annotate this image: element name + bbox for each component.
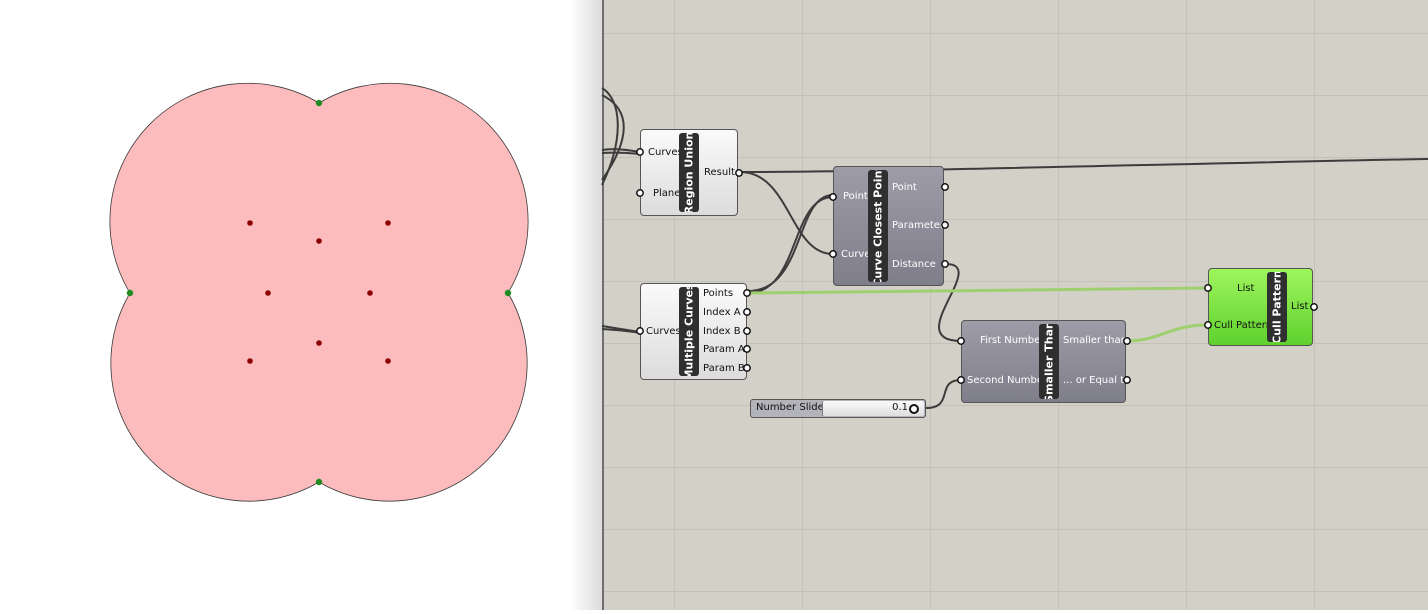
- wire-smaller-to-cull[interactable]: [1126, 323, 1208, 343]
- smaller-than-component[interactable]: First Number Second Number Smaller Than …: [961, 320, 1130, 403]
- input-second-number[interactable]: Second Number: [967, 375, 1047, 387]
- cull-pattern-component[interactable]: List Cull Pattern Cull Pattern List: [1208, 268, 1313, 346]
- component-title: Multiple Curves: [679, 287, 699, 376]
- component-title: Cull Pattern: [1267, 272, 1287, 342]
- output-param-a[interactable]: Param A: [703, 344, 745, 356]
- output-point[interactable]: Point: [892, 182, 917, 194]
- wire-incoming-curves[interactable]: [601, 148, 641, 153]
- output-smaller-than[interactable]: Smaller than: [1063, 335, 1127, 347]
- output-parameter[interactable]: Parameter: [892, 220, 944, 232]
- output-or-equal-to[interactable]: ... or Equal to: [1063, 375, 1130, 387]
- input-list[interactable]: List: [1237, 283, 1254, 295]
- output-list[interactable]: List: [1291, 301, 1308, 313]
- wire-slider-to-second[interactable]: [925, 379, 962, 409]
- input-curves[interactable]: Curves: [648, 147, 683, 159]
- output-distance[interactable]: Distance: [892, 259, 936, 271]
- output-index-a[interactable]: Index A: [703, 307, 741, 319]
- multiple-curves-component[interactable]: Curves Multiple Curves Points Index A In…: [640, 283, 747, 380]
- wire-incoming-curves[interactable]: [601, 151, 641, 155]
- wire-points-to-point[interactable]: [747, 196, 834, 294]
- input-curve[interactable]: Curve: [841, 249, 871, 261]
- slider-label: Number Slider: [756, 402, 828, 413]
- input-curves[interactable]: Curves: [646, 326, 681, 338]
- region-union-component[interactable]: Curves Plane Region Union Result: [640, 129, 738, 216]
- output-points[interactable]: Points: [703, 288, 733, 300]
- wire-points-to-list[interactable]: [747, 286, 1208, 295]
- curve-closest-point-component[interactable]: Point Curve Curve Closest Point Point Pa…: [833, 166, 944, 286]
- wire-points-to-point[interactable]: [747, 194, 834, 292]
- slider-value: 0.1: [892, 402, 908, 413]
- output-result[interactable]: Result: [704, 167, 735, 179]
- wire-incoming-top[interactable]: [601, 87, 619, 186]
- number-slider[interactable]: Number Slider 0.1: [750, 399, 926, 418]
- wire-incoming-top[interactable]: [601, 94, 625, 181]
- output-param-b[interactable]: Param B: [703, 363, 745, 375]
- wire-result-to-curve[interactable]: [739, 171, 834, 255]
- input-first-number[interactable]: First Number: [980, 335, 1044, 347]
- slider-output-grip[interactable]: [909, 404, 919, 414]
- component-title: Region Union: [679, 133, 699, 212]
- input-plane[interactable]: Plane: [653, 188, 680, 200]
- component-title: Curve Closest Point: [868, 170, 888, 282]
- input-point[interactable]: Point: [843, 191, 868, 203]
- input-cull-pattern[interactable]: Cull Pattern: [1214, 320, 1272, 332]
- component-title: Smaller Than: [1039, 324, 1059, 399]
- output-index-b[interactable]: Index B: [703, 326, 741, 338]
